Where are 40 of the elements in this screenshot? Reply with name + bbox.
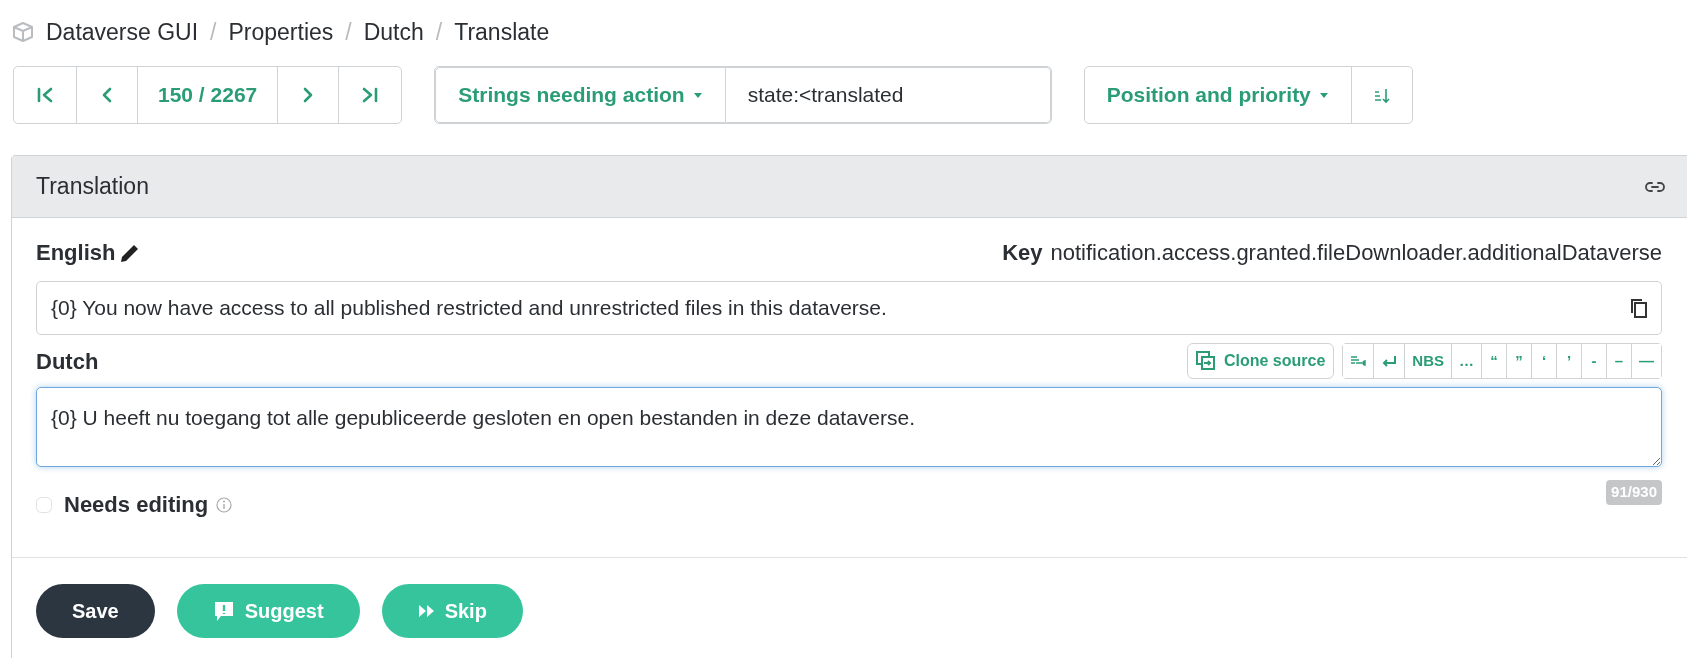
breadcrumb-separator: / [210,17,217,47]
filter-dropdown[interactable]: Strings needing action [435,67,726,123]
last-icon [361,86,380,104]
return-icon [1381,354,1398,368]
needs-editing-label[interactable]: Needs editing [64,488,209,521]
special-char-button[interactable]: — [1631,344,1661,378]
character-counter: 91/930 [1606,480,1662,505]
suggest-button[interactable]: Suggest [176,584,360,638]
save-button[interactable]: Save [36,584,155,638]
clone-source-button[interactable]: Clone source [1186,343,1335,379]
cube-icon [12,21,34,43]
fast-forward-icon [417,603,435,619]
query-field[interactable]: state:<translated [725,67,1051,123]
tab-icon [1350,354,1367,368]
panel-title: Translation [36,172,149,202]
clone-icon [1195,351,1216,371]
source-text: {0} You now have access to all published restricted and unrestricted files in this dataverse. [51,295,887,322]
breadcrumb-separator: / [435,17,443,47]
skip-button[interactable]: Skip [381,584,523,638]
breadcrumb-link[interactable]: Dataverse GUI [46,14,199,50]
caret-icon [1318,91,1329,99]
breadcrumb-link[interactable]: Dutch [363,14,424,50]
breadcrumb-link[interactable]: Translate [454,14,550,50]
info-icon[interactable] [216,496,233,513]
link-icon[interactable] [1645,179,1665,194]
breadcrumb-link[interactable]: Properties [228,14,334,50]
copy-icon[interactable] [1629,297,1649,319]
source-language-label: English [36,239,116,267]
last-button[interactable] [338,67,402,123]
breadcrumb-separator: / [345,17,352,47]
caret-icon [692,91,703,99]
key-value: notification.access.granted.fileDownloader.additionalDataverse [1050,239,1662,267]
target-language-label: Dutch [36,347,99,376]
key-label: Key [1002,239,1043,267]
sort-ascending-icon [1373,86,1390,104]
translation-field[interactable]: {0} U heeft nu toegang tot alle gepubliceerde gesloten en open bestanden in deze dataverse. [36,387,1662,467]
needs-editing-checkbox[interactable] [36,496,52,513]
sort-direction-button[interactable] [1350,67,1412,123]
first-icon [36,86,54,104]
comment-alert-icon [212,600,235,622]
